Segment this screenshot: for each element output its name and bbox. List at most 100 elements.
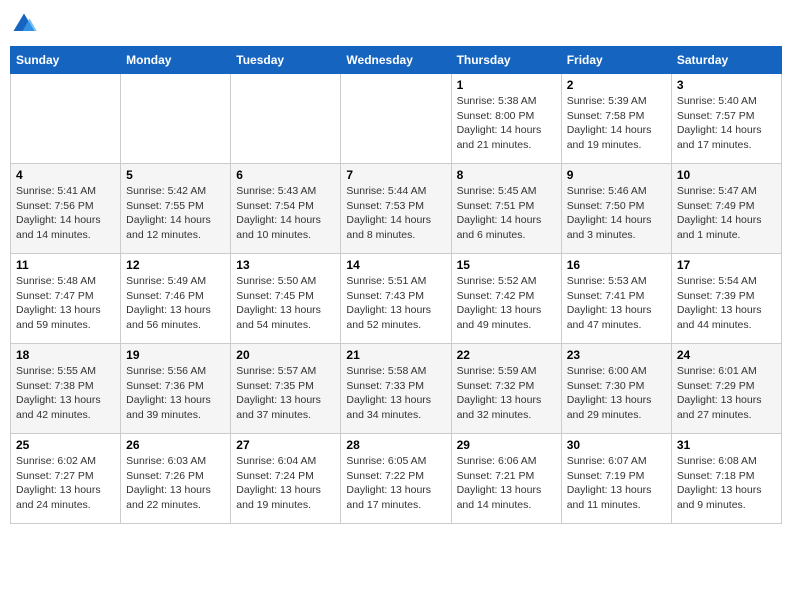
day-number: 18 — [16, 348, 115, 362]
day-number: 14 — [346, 258, 445, 272]
day-info: Sunrise: 5:46 AM Sunset: 7:50 PM Dayligh… — [567, 184, 666, 243]
day-number: 29 — [457, 438, 556, 452]
column-header-monday: Monday — [121, 47, 231, 74]
day-number: 2 — [567, 78, 666, 92]
calendar-cell: 31 Sunrise: 6:08 AM Sunset: 7:18 PM Dayli… — [671, 434, 781, 524]
calendar-cell: 4 Sunrise: 5:41 AM Sunset: 7:56 PM Daylig… — [11, 164, 121, 254]
day-number: 3 — [677, 78, 776, 92]
day-info: Sunrise: 5:40 AM Sunset: 7:57 PM Dayligh… — [677, 94, 776, 153]
column-header-wednesday: Wednesday — [341, 47, 451, 74]
calendar-cell: 7 Sunrise: 5:44 AM Sunset: 7:53 PM Daylig… — [341, 164, 451, 254]
calendar-cell: 18 Sunrise: 5:55 AM Sunset: 7:38 PM Dayli… — [11, 344, 121, 434]
day-info: Sunrise: 6:07 AM Sunset: 7:19 PM Dayligh… — [567, 454, 666, 513]
calendar-cell: 14 Sunrise: 5:51 AM Sunset: 7:43 PM Dayli… — [341, 254, 451, 344]
day-info: Sunrise: 5:44 AM Sunset: 7:53 PM Dayligh… — [346, 184, 445, 243]
day-number: 11 — [16, 258, 115, 272]
calendar-cell: 6 Sunrise: 5:43 AM Sunset: 7:54 PM Daylig… — [231, 164, 341, 254]
day-number: 23 — [567, 348, 666, 362]
calendar-cell: 30 Sunrise: 6:07 AM Sunset: 7:19 PM Dayli… — [561, 434, 671, 524]
day-number: 24 — [677, 348, 776, 362]
day-number: 9 — [567, 168, 666, 182]
day-number: 4 — [16, 168, 115, 182]
day-info: Sunrise: 5:59 AM Sunset: 7:32 PM Dayligh… — [457, 364, 556, 423]
column-header-tuesday: Tuesday — [231, 47, 341, 74]
day-info: Sunrise: 5:43 AM Sunset: 7:54 PM Dayligh… — [236, 184, 335, 243]
day-number: 30 — [567, 438, 666, 452]
day-info: Sunrise: 5:52 AM Sunset: 7:42 PM Dayligh… — [457, 274, 556, 333]
week-row-4: 18 Sunrise: 5:55 AM Sunset: 7:38 PM Dayli… — [11, 344, 782, 434]
day-number: 27 — [236, 438, 335, 452]
calendar-cell: 19Sunrise: 5:56 AM Sunset: 7:36 PM Dayli… — [121, 344, 231, 434]
calendar-cell: 26 Sunrise: 6:03 AM Sunset: 7:26 PM Dayli… — [121, 434, 231, 524]
day-number: 8 — [457, 168, 556, 182]
column-header-friday: Friday — [561, 47, 671, 74]
day-info: Sunrise: 5:53 AM Sunset: 7:41 PM Dayligh… — [567, 274, 666, 333]
calendar-cell — [11, 74, 121, 164]
calendar-cell — [231, 74, 341, 164]
day-number: 15 — [457, 258, 556, 272]
day-info: Sunrise: 6:02 AM Sunset: 7:27 PM Dayligh… — [16, 454, 115, 513]
day-number: 6 — [236, 168, 335, 182]
day-number: 10 — [677, 168, 776, 182]
calendar-cell: 13 Sunrise: 5:50 AM Sunset: 7:45 PM Dayli… — [231, 254, 341, 344]
day-info: Sunrise: 6:03 AM Sunset: 7:26 PM Dayligh… — [126, 454, 225, 513]
logo — [10, 10, 42, 38]
week-row-5: 25 Sunrise: 6:02 AM Sunset: 7:27 PM Dayli… — [11, 434, 782, 524]
day-info: Sunrise: 5:54 AM Sunset: 7:39 PM Dayligh… — [677, 274, 776, 333]
calendar-cell: 8 Sunrise: 5:45 AM Sunset: 7:51 PM Daylig… — [451, 164, 561, 254]
calendar-cell: 5 Sunrise: 5:42 AM Sunset: 7:55 PM Daylig… — [121, 164, 231, 254]
week-row-3: 11 Sunrise: 5:48 AM Sunset: 7:47 PM Dayli… — [11, 254, 782, 344]
day-info: Sunrise: 5:55 AM Sunset: 7:38 PM Dayligh… — [16, 364, 115, 423]
day-info: Sunrise: 5:45 AM Sunset: 7:51 PM Dayligh… — [457, 184, 556, 243]
calendar-cell: 22 Sunrise: 5:59 AM Sunset: 7:32 PM Dayli… — [451, 344, 561, 434]
day-info: Sunrise: 6:00 AM Sunset: 7:30 PM Dayligh… — [567, 364, 666, 423]
calendar-cell: 12 Sunrise: 5:49 AM Sunset: 7:46 PM Dayli… — [121, 254, 231, 344]
day-number: 21 — [346, 348, 445, 362]
logo-icon — [10, 10, 38, 38]
day-number: 5 — [126, 168, 225, 182]
day-number: 13 — [236, 258, 335, 272]
day-number: 20 — [236, 348, 335, 362]
day-number: 1 — [457, 78, 556, 92]
calendar-cell: 15 Sunrise: 5:52 AM Sunset: 7:42 PM Dayli… — [451, 254, 561, 344]
calendar-cell: 17 Sunrise: 5:54 AM Sunset: 7:39 PM Dayli… — [671, 254, 781, 344]
calendar-cell: 11 Sunrise: 5:48 AM Sunset: 7:47 PM Dayli… — [11, 254, 121, 344]
column-header-sunday: Sunday — [11, 47, 121, 74]
day-info: Sunrise: 6:05 AM Sunset: 7:22 PM Dayligh… — [346, 454, 445, 513]
day-number: 25 — [16, 438, 115, 452]
day-info: Sunrise: 6:08 AM Sunset: 7:18 PM Dayligh… — [677, 454, 776, 513]
day-info: Sunrise: 5:47 AM Sunset: 7:49 PM Dayligh… — [677, 184, 776, 243]
week-row-1: 1Sunrise: 5:38 AM Sunset: 8:00 PM Daylig… — [11, 74, 782, 164]
day-info: Sunrise: 6:04 AM Sunset: 7:24 PM Dayligh… — [236, 454, 335, 513]
calendar-cell: 28Sunrise: 6:05 AM Sunset: 7:22 PM Dayli… — [341, 434, 451, 524]
page-header — [10, 10, 782, 38]
day-info: Sunrise: 6:06 AM Sunset: 7:21 PM Dayligh… — [457, 454, 556, 513]
day-info: Sunrise: 6:01 AM Sunset: 7:29 PM Dayligh… — [677, 364, 776, 423]
day-number: 22 — [457, 348, 556, 362]
day-number: 17 — [677, 258, 776, 272]
calendar-cell: 20Sunrise: 5:57 AM Sunset: 7:35 PM Dayli… — [231, 344, 341, 434]
day-number: 16 — [567, 258, 666, 272]
day-info: Sunrise: 5:41 AM Sunset: 7:56 PM Dayligh… — [16, 184, 115, 243]
day-info: Sunrise: 5:48 AM Sunset: 7:47 PM Dayligh… — [16, 274, 115, 333]
calendar-cell: 24 Sunrise: 6:01 AM Sunset: 7:29 PM Dayli… — [671, 344, 781, 434]
week-row-2: 4 Sunrise: 5:41 AM Sunset: 7:56 PM Daylig… — [11, 164, 782, 254]
day-info: Sunrise: 5:42 AM Sunset: 7:55 PM Dayligh… — [126, 184, 225, 243]
day-info: Sunrise: 5:51 AM Sunset: 7:43 PM Dayligh… — [346, 274, 445, 333]
day-number: 26 — [126, 438, 225, 452]
day-info: Sunrise: 5:39 AM Sunset: 7:58 PM Dayligh… — [567, 94, 666, 153]
calendar-cell: 9 Sunrise: 5:46 AM Sunset: 7:50 PM Daylig… — [561, 164, 671, 254]
day-info: Sunrise: 5:49 AM Sunset: 7:46 PM Dayligh… — [126, 274, 225, 333]
day-number: 31 — [677, 438, 776, 452]
day-number: 7 — [346, 168, 445, 182]
calendar-cell: 21Sunrise: 5:58 AM Sunset: 7:33 PM Dayli… — [341, 344, 451, 434]
day-number: 19 — [126, 348, 225, 362]
day-info: Sunrise: 5:50 AM Sunset: 7:45 PM Dayligh… — [236, 274, 335, 333]
column-header-thursday: Thursday — [451, 47, 561, 74]
day-number: 12 — [126, 258, 225, 272]
column-header-saturday: Saturday — [671, 47, 781, 74]
calendar-table: SundayMondayTuesdayWednesdayThursdayFrid… — [10, 46, 782, 524]
calendar-cell: 3 Sunrise: 5:40 AM Sunset: 7:57 PM Daylig… — [671, 74, 781, 164]
header-row: SundayMondayTuesdayWednesdayThursdayFrid… — [11, 47, 782, 74]
calendar-cell: 2 Sunrise: 5:39 AM Sunset: 7:58 PM Daylig… — [561, 74, 671, 164]
